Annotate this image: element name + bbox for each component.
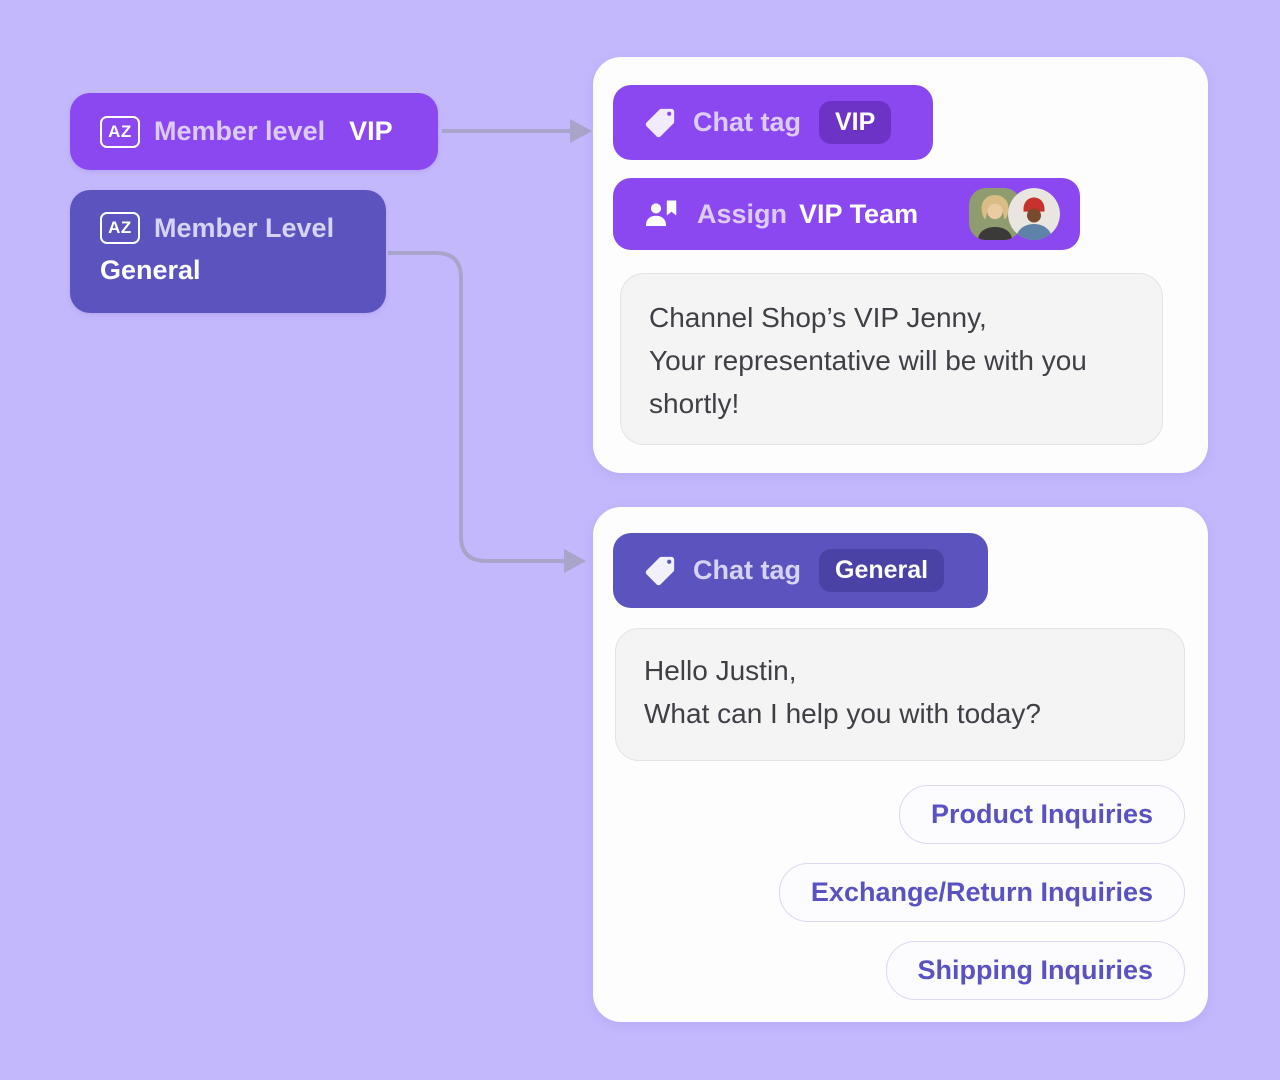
az-field-icon: AZ (100, 116, 140, 148)
tag-icon (643, 554, 677, 588)
vip-team-avatars (969, 188, 1060, 240)
assign-vip-team-button[interactable]: Assign VIP Team (613, 178, 1080, 250)
assign-label: Assign (697, 199, 787, 230)
assign-person-icon (643, 196, 681, 232)
arrow-vip-head-icon (570, 119, 592, 143)
general-flow-card: Chat tag General Hello Justin, What can … (593, 507, 1208, 1022)
vip-message-bubble: Channel Shop’s VIP Jenny, Your represent… (620, 273, 1163, 445)
quick-reply-list: Product Inquiries Exchange/Return Inquir… (779, 785, 1185, 1000)
trigger-member-level-general[interactable]: AZ Member Level General (70, 190, 386, 313)
vip-team-avatar-2 (1008, 188, 1060, 240)
tag-icon (643, 106, 677, 140)
chat-tag-value-badge: VIP (819, 101, 891, 144)
message-line: What can I help you with today? (644, 692, 1156, 735)
arrow-general-line (388, 253, 564, 561)
assign-value: VIP Team (799, 199, 918, 230)
trigger-label: Member level (154, 116, 325, 147)
quick-reply-exchange-return-inquiries[interactable]: Exchange/Return Inquiries (779, 863, 1185, 922)
vip-flow-card: Chat tag VIP Assign VIP Team (593, 57, 1208, 473)
trigger-value: VIP (349, 116, 393, 147)
chat-tag-general-button[interactable]: Chat tag General (613, 533, 988, 608)
az-field-icon: AZ (100, 212, 140, 244)
chat-tag-label: Chat tag (693, 107, 801, 138)
chat-tag-vip-button[interactable]: Chat tag VIP (613, 85, 933, 160)
message-line: Your representative will be with you sho… (649, 339, 1134, 425)
canvas: AZ Member level VIP AZ Member Level Gene… (0, 0, 1280, 1080)
quick-reply-shipping-inquiries[interactable]: Shipping Inquiries (886, 941, 1186, 1000)
general-message-bubble: Hello Justin, What can I help you with t… (615, 628, 1185, 761)
trigger-value: General (100, 255, 386, 286)
chat-tag-value-badge: General (819, 549, 944, 592)
trigger-label: Member Level (154, 213, 334, 244)
quick-reply-product-inquiries[interactable]: Product Inquiries (899, 785, 1185, 844)
trigger-member-level-vip[interactable]: AZ Member level VIP (70, 93, 438, 170)
arrow-general-head-icon (564, 549, 586, 573)
message-line: Hello Justin, (644, 649, 1156, 692)
chat-tag-label: Chat tag (693, 555, 801, 586)
message-line: Channel Shop’s VIP Jenny, (649, 296, 1134, 339)
